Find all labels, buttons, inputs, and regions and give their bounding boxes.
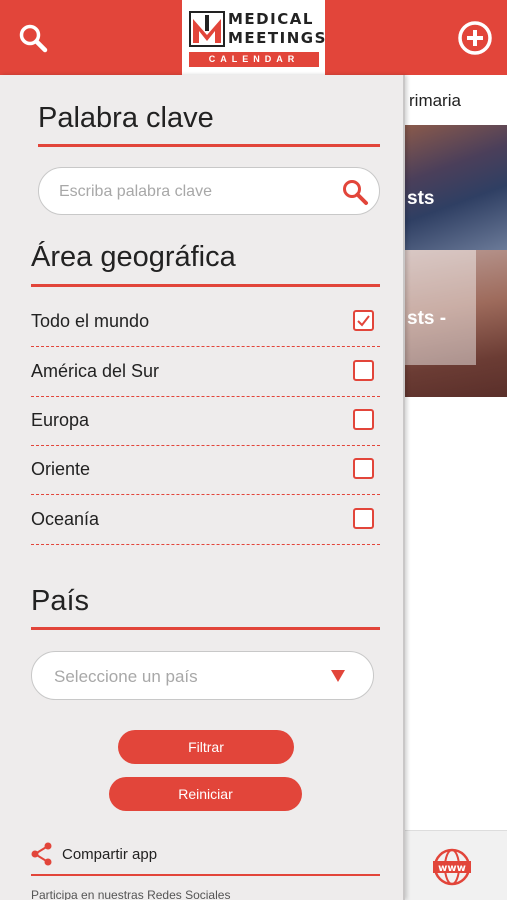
logo-text-calendar: CALENDAR <box>189 52 319 67</box>
share-app-label: Compartir app <box>62 846 158 863</box>
share-app-row[interactable]: Compartir app <box>31 840 380 875</box>
divider <box>38 144 380 147</box>
checkbox[interactable] <box>353 508 374 529</box>
www-globe-icon[interactable]: www <box>432 847 472 887</box>
checkbox[interactable] <box>353 458 374 479</box>
keyword-title: Palabra clave <box>38 102 214 134</box>
region-label: América del Sur <box>31 361 160 381</box>
logo-text-meetings: MEETINGS <box>228 29 327 47</box>
keyword-input[interactable] <box>59 180 329 204</box>
checkbox-checked[interactable] <box>353 310 374 331</box>
event-card-1[interactable]: sts <box>405 125 507 250</box>
country-select-placeholder: Seleccione un país <box>54 667 198 686</box>
social-networks-label: Participa en nuestras Redes Sociales <box>31 888 231 900</box>
filter-panel: Palabra clave Área geográfica Todo el mu… <box>0 75 405 900</box>
region-label: Oceanía <box>31 509 100 529</box>
top-bar: MEDICAL MEETINGS CALENDAR <box>0 0 507 75</box>
check-icon <box>357 315 370 327</box>
event-card-2[interactable]: sts - <box>405 250 507 397</box>
keyword-search-field[interactable] <box>38 167 380 215</box>
region-option-oceania[interactable]: Oceanía <box>31 495 380 545</box>
app-logo: MEDICAL MEETINGS CALENDAR <box>182 0 325 75</box>
event-card-1-title: sts <box>407 188 435 209</box>
divider <box>31 627 380 630</box>
reset-button[interactable]: Reiniciar <box>109 777 302 811</box>
logo-text-medical: MEDICAL <box>228 10 314 28</box>
event-card-2-title: sts - <box>407 308 447 329</box>
checkbox[interactable] <box>353 409 374 430</box>
divider <box>31 284 380 287</box>
region-label: Oriente <box>31 459 91 479</box>
region-label: Todo el mundo <box>31 311 150 331</box>
add-circle-icon[interactable] <box>457 20 493 56</box>
background-content: rimaria sts sts - www <box>405 75 507 900</box>
category-tab[interactable]: rimaria <box>405 75 507 125</box>
filter-button[interactable]: Filtrar <box>118 730 294 764</box>
region-option-europa[interactable]: Europa <box>31 396 380 446</box>
region-option-america-del-sur[interactable]: América del Sur <box>31 347 380 397</box>
region-option-todo-el-mundo[interactable]: Todo el mundo <box>31 297 380 347</box>
logo-mark-icon <box>189 11 225 47</box>
share-icon <box>31 842 52 866</box>
region-option-oriente[interactable]: Oriente <box>31 445 380 495</box>
divider <box>31 874 380 876</box>
search-icon[interactable] <box>17 22 49 54</box>
bottom-bar: www <box>405 830 507 900</box>
country-title: País <box>31 585 90 617</box>
area-title: Área geográfica <box>31 241 236 273</box>
search-icon[interactable] <box>341 178 369 206</box>
region-label: Europa <box>31 410 90 430</box>
svg-text:www: www <box>438 863 466 874</box>
dropdown-arrow-icon <box>331 670 345 682</box>
country-select[interactable]: Seleccione un país <box>31 651 374 700</box>
checkbox[interactable] <box>353 360 374 381</box>
